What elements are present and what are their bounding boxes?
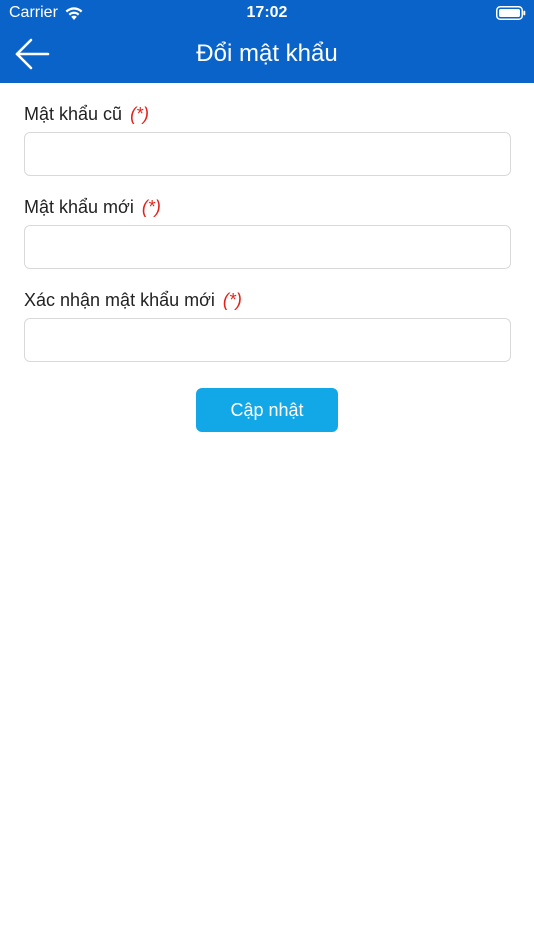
required-mark: (*) — [130, 104, 150, 124]
update-button[interactable]: Cập nhật — [196, 388, 338, 432]
battery-icon — [496, 6, 526, 20]
new-password-label-text: Mật khẩu mới — [24, 197, 134, 217]
old-password-label-text: Mật khẩu cũ — [24, 104, 123, 124]
new-password-input[interactable] — [24, 225, 511, 269]
required-mark: (*) — [222, 290, 242, 310]
status-bar: Carrier 17:02 — [0, 0, 534, 26]
change-password-form: Mật khẩu cũ (*) Mật khẩu mới (*) Xác nhận … — [24, 83, 511, 362]
required-mark: (*) — [141, 197, 161, 217]
new-password-label: Mật khẩu mới (*) — [24, 196, 511, 218]
navigation-bar: Đổi mật khẩu — [0, 26, 534, 83]
old-password-label: Mật khẩu cũ (*) — [24, 103, 511, 125]
page-title: Đổi mật khẩu — [196, 40, 338, 67]
confirm-password-label-text: Xác nhận mật khẩu mới — [24, 290, 215, 310]
old-password-input[interactable] — [24, 132, 511, 176]
confirm-password-input[interactable] — [24, 318, 511, 362]
status-time: 17:02 — [246, 4, 288, 21]
confirm-password-label: Xác nhận mật khẩu mới (*) — [24, 289, 511, 311]
